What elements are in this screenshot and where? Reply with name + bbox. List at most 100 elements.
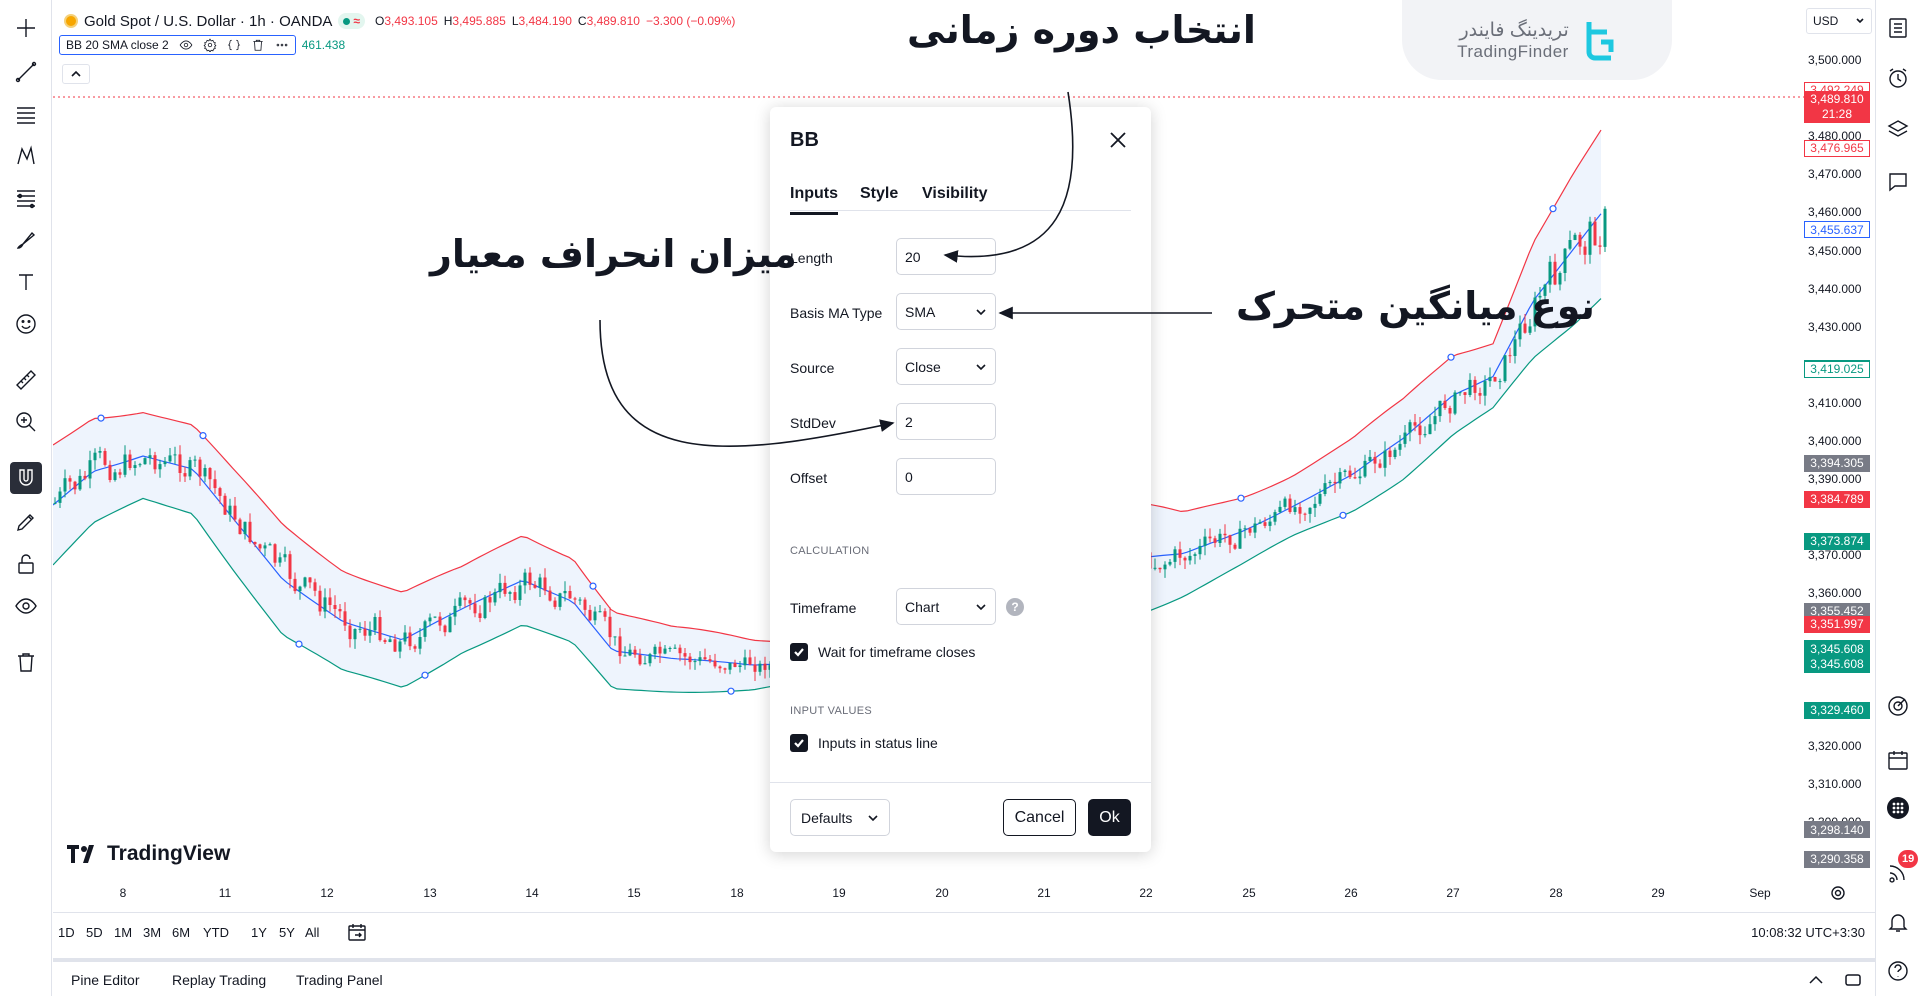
trash-icon[interactable] xyxy=(10,646,42,678)
alarm-clock-icon[interactable] xyxy=(1882,62,1914,94)
candle-body xyxy=(1498,381,1502,383)
layers-icon[interactable] xyxy=(1882,114,1914,146)
eye-icon[interactable] xyxy=(10,590,42,622)
defaults-button[interactable]: Defaults xyxy=(790,799,890,836)
tab-replay-trading[interactable]: Replay Trading xyxy=(172,972,266,988)
stddev-input[interactable]: 2 xyxy=(896,403,996,440)
tab-visibility[interactable]: Visibility xyxy=(922,185,988,203)
price-tick-label: 3,500.000 xyxy=(1808,53,1862,67)
trash-icon[interactable] xyxy=(251,38,265,52)
horizontal-lines-icon[interactable] xyxy=(10,98,42,130)
wait-timeframe-checkbox[interactable] xyxy=(790,643,808,661)
maximize-icon[interactable] xyxy=(1843,970,1863,990)
text-icon[interactable] xyxy=(10,266,42,298)
candle-body xyxy=(1283,498,1287,507)
magnet-icon[interactable] xyxy=(10,462,42,494)
collapse-legend-button[interactable] xyxy=(62,64,90,84)
more-icon[interactable] xyxy=(275,38,289,52)
settings-icon[interactable] xyxy=(203,38,217,52)
lock-icon[interactable] xyxy=(10,548,42,580)
candle-body xyxy=(143,458,147,465)
currency-select[interactable]: USD xyxy=(1806,8,1872,34)
range-5y-button[interactable]: 5Y xyxy=(279,925,295,940)
stddev-value: 2 xyxy=(905,413,913,430)
watermark-en-text: TradingFinder xyxy=(1457,41,1569,61)
notification-badge: 19 xyxy=(1898,850,1919,868)
wait-timeframe-checkbox-row[interactable]: Wait for timeframe closes xyxy=(790,643,975,661)
candle-body xyxy=(553,600,557,607)
ruler-icon[interactable] xyxy=(10,364,42,396)
ok-button[interactable]: Ok xyxy=(1088,799,1131,836)
chevron-up-icon[interactable] xyxy=(1806,970,1826,990)
tab-style[interactable]: Style xyxy=(860,185,898,203)
cancel-button[interactable]: Cancel xyxy=(1003,799,1076,836)
time-axis-settings-icon[interactable] xyxy=(1830,885,1846,901)
timeframe-select[interactable]: Chart xyxy=(896,588,996,625)
candle-body xyxy=(1248,528,1252,533)
brush-icon[interactable] xyxy=(10,224,42,256)
question-icon[interactable]: ? xyxy=(1006,598,1024,616)
indicator-pill[interactable]: BB 20 SMA close 2 xyxy=(59,35,296,55)
lock-drawing-icon[interactable] xyxy=(10,506,42,538)
date-tick-label: 26 xyxy=(1344,886,1358,900)
tab-inputs[interactable]: Inputs xyxy=(790,185,838,215)
tab-trading-panel[interactable]: Trading Panel xyxy=(296,972,383,988)
candle-body xyxy=(413,646,417,649)
date-tick-label: 25 xyxy=(1242,886,1256,900)
dialog-tabs: Inputs Style Visibility xyxy=(790,179,1131,215)
close-icon[interactable] xyxy=(1107,129,1129,151)
candle-body xyxy=(1488,377,1492,382)
bell-icon[interactable] xyxy=(1882,906,1914,938)
candle-body xyxy=(1353,477,1357,479)
candle-body xyxy=(473,603,477,614)
fib-icon[interactable] xyxy=(10,182,42,214)
candle-body xyxy=(1358,476,1362,479)
range-3m-button[interactable]: 3M xyxy=(143,925,161,940)
candle-body xyxy=(1173,549,1177,562)
tradingview-logo[interactable]: TradingView xyxy=(67,842,230,866)
eye-icon[interactable] xyxy=(179,38,193,52)
candle-body xyxy=(1593,221,1597,246)
indicator-label[interactable]: BB 20 SMA close 2 xyxy=(66,38,169,52)
candle-body xyxy=(1243,528,1247,530)
range-ytd-button[interactable]: YTD xyxy=(203,925,229,940)
trendline-icon[interactable] xyxy=(10,56,42,88)
candle-body xyxy=(1398,443,1402,450)
range-5d-button[interactable]: 5D xyxy=(86,925,103,940)
ma-type-select[interactable]: SMA xyxy=(896,293,996,330)
date-tick-label: 29 xyxy=(1651,886,1665,900)
goto-date-icon[interactable] xyxy=(346,921,368,943)
status-line-checkbox-row[interactable]: Inputs in status line xyxy=(790,734,938,752)
watchlist-icon[interactable] xyxy=(1882,12,1914,44)
range-6m-button[interactable]: 6M xyxy=(172,925,190,940)
range-1m-button[interactable]: 1M xyxy=(114,925,132,940)
tab-pine-editor[interactable]: Pine Editor xyxy=(71,972,139,988)
target-icon[interactable] xyxy=(1882,690,1914,722)
chat-icon[interactable] xyxy=(1882,166,1914,198)
candle-body xyxy=(468,600,472,604)
help-icon[interactable] xyxy=(1882,955,1914,987)
status-line-checkbox[interactable] xyxy=(790,734,808,752)
candle-body xyxy=(1468,379,1472,395)
symbol-title[interactable]: Gold Spot / U.S. Dollar · 1h · OANDA xyxy=(84,13,332,30)
emoji-icon[interactable] xyxy=(10,308,42,340)
range-1d-button[interactable]: 1D xyxy=(58,925,75,940)
range-all-button[interactable]: All xyxy=(305,925,319,940)
date-tick-label: 14 xyxy=(525,886,539,900)
market-status-badge[interactable]: ≈ xyxy=(338,13,366,29)
crosshair-icon[interactable] xyxy=(10,12,42,44)
zoom-in-icon[interactable] xyxy=(10,406,42,438)
price-tick-label: 3,430.000 xyxy=(1808,319,1862,334)
clock-timezone[interactable]: 10:08:32 UTC+3:30 xyxy=(1751,925,1865,940)
indicator-legend: BB 20 SMA close 2 461.438 xyxy=(59,35,345,55)
offset-input[interactable]: 0 xyxy=(896,458,996,495)
tradingfinder-watermark: تریدینگ فایندر TradingFinder xyxy=(1402,0,1672,80)
apps-grid-icon[interactable] xyxy=(1882,792,1914,824)
pattern-icon[interactable] xyxy=(10,140,42,172)
length-input[interactable]: 20 xyxy=(896,238,996,275)
candle-body xyxy=(523,572,527,586)
range-1y-button[interactable]: 1Y xyxy=(251,925,267,940)
source-code-icon[interactable] xyxy=(227,38,241,52)
source-select[interactable]: Close xyxy=(896,348,996,385)
calendar-icon[interactable] xyxy=(1882,744,1914,776)
